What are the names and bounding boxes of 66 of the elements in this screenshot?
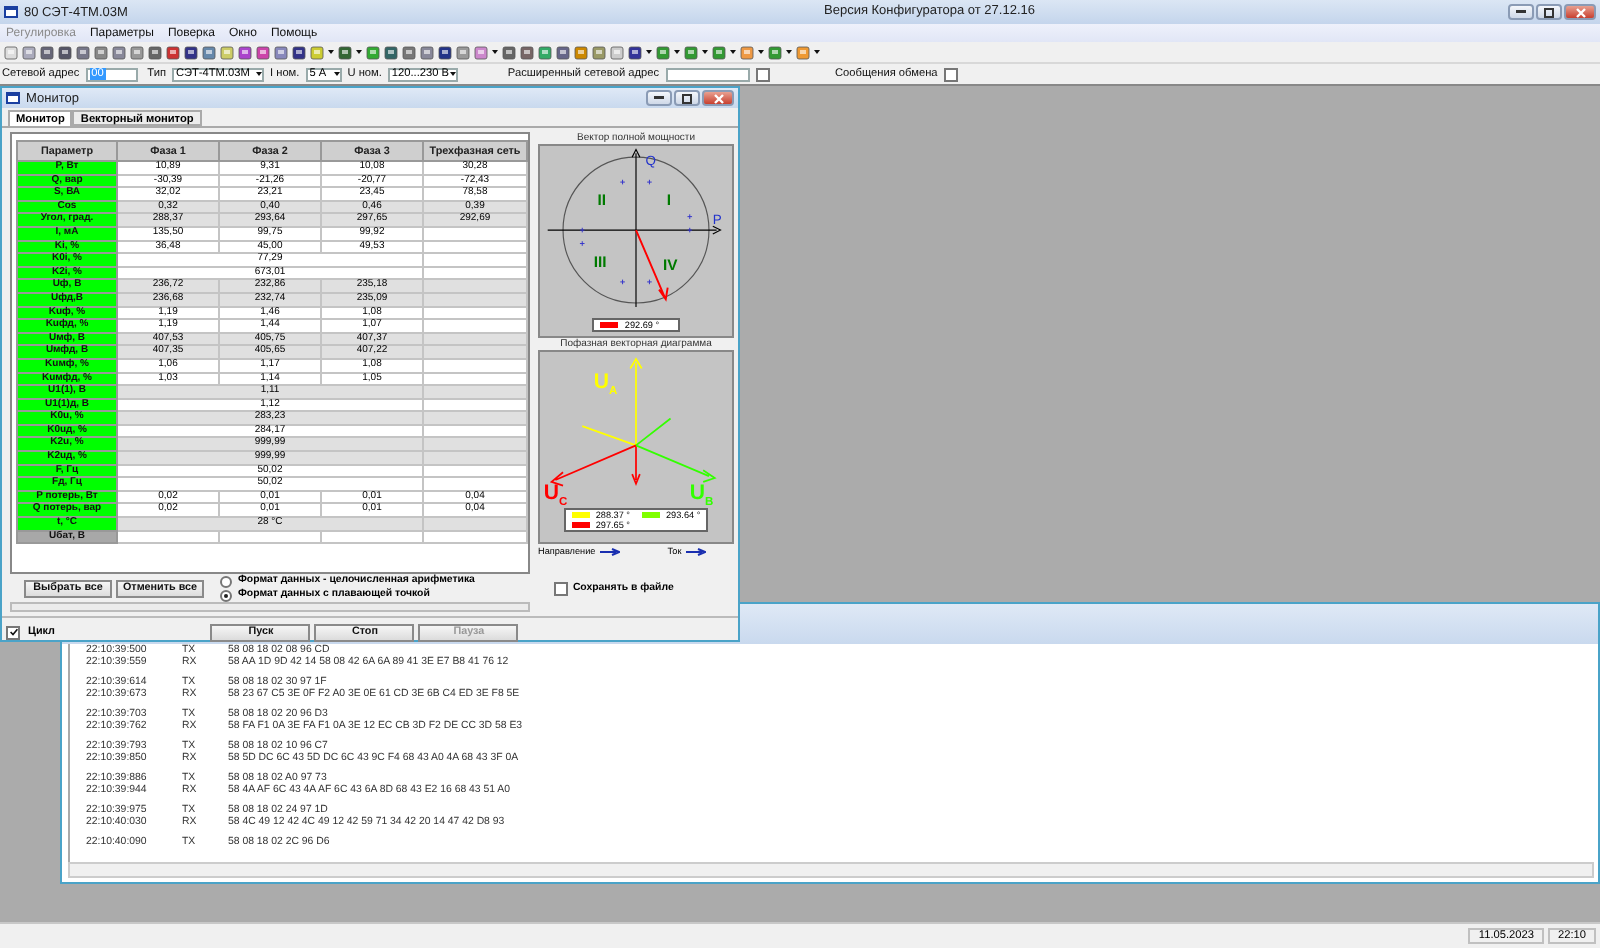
toolbar-icon[interactable] xyxy=(76,45,90,59)
vector-label: U$_{C}$ xyxy=(543,481,568,508)
scrollbar[interactable] xyxy=(68,862,1594,878)
minimize-icon xyxy=(1516,10,1526,14)
dropdown-caret-icon[interactable] xyxy=(333,72,340,76)
toolbar-icon[interactable] xyxy=(238,45,252,59)
vector-label: U$_{B}$ xyxy=(689,481,714,508)
dropdown-caret-icon[interactable] xyxy=(328,50,334,54)
toolbar-icon[interactable] xyxy=(502,45,516,59)
dropdown-caret-icon[interactable] xyxy=(758,50,764,54)
toolbar-icon[interactable] xyxy=(58,45,72,59)
toolbar-icon[interactable] xyxy=(438,45,452,59)
radio-button[interactable] xyxy=(220,575,232,587)
app-icon xyxy=(4,6,18,18)
dropdown-caret-icon[interactable] xyxy=(786,50,792,54)
checkmark-icon xyxy=(9,628,17,636)
toolbar-icon[interactable] xyxy=(112,45,126,59)
dropdown-caret-icon[interactable] xyxy=(449,72,456,76)
toolbar-icon[interactable] xyxy=(338,45,352,59)
checkbox[interactable] xyxy=(6,625,20,639)
close-button[interactable] xyxy=(702,90,734,106)
minimize-button[interactable] xyxy=(1508,4,1534,20)
dropdown-caret-icon[interactable] xyxy=(674,50,680,54)
toolbar-icon[interactable] xyxy=(40,45,54,59)
toolbar-icon[interactable] xyxy=(556,45,570,59)
dropdown-caret-icon[interactable] xyxy=(702,50,708,54)
toolbar-icon[interactable] xyxy=(292,45,306,59)
restore-icon xyxy=(1544,7,1554,17)
toolbar-icon[interactable] xyxy=(402,45,416,59)
toolbar-icon[interactable] xyxy=(628,45,642,59)
minimize-icon xyxy=(654,96,664,100)
dropdown-caret-icon[interactable] xyxy=(256,72,262,76)
restore-button[interactable] xyxy=(1536,4,1562,20)
restore-icon xyxy=(682,93,692,103)
toolbar-icon[interactable] xyxy=(94,45,108,59)
dropdown-caret-icon[interactable] xyxy=(646,50,652,54)
minimize-button[interactable] xyxy=(646,90,672,106)
checkbox[interactable] xyxy=(554,581,569,595)
toolbar-icon[interactable] xyxy=(768,45,782,59)
radio-button[interactable] xyxy=(220,589,232,601)
extended-address-field[interactable] xyxy=(665,67,750,81)
close-button[interactable] xyxy=(1564,4,1596,20)
toolbar-icon[interactable] xyxy=(148,45,162,59)
toolbar-icon[interactable] xyxy=(166,45,180,59)
checkbox[interactable] xyxy=(943,67,958,81)
dropdown-caret-icon[interactable] xyxy=(492,50,498,54)
restore-button[interactable] xyxy=(674,90,700,106)
checkbox[interactable] xyxy=(755,67,770,81)
toolbar-icon[interactable] xyxy=(520,45,534,59)
arrow-icon xyxy=(685,547,706,555)
close-icon xyxy=(713,93,723,103)
toolbar-icon[interactable] xyxy=(420,45,434,59)
toolbar-icon[interactable] xyxy=(202,45,216,59)
vector-label: U$_{A}$ xyxy=(593,369,618,398)
toolbar-icon[interactable] xyxy=(384,45,398,59)
arrow-icon xyxy=(599,547,620,555)
toolbar-icon[interactable] xyxy=(656,45,670,59)
toolbar-icon[interactable] xyxy=(712,45,726,59)
toolbar-icon[interactable] xyxy=(684,45,698,59)
dropdown-caret-icon[interactable] xyxy=(730,50,736,54)
app-icon xyxy=(6,92,20,104)
toolbar-icon[interactable] xyxy=(184,45,198,59)
dropdown-caret-icon[interactable] xyxy=(356,50,362,54)
toolbar-icon[interactable] xyxy=(256,45,270,59)
close-icon xyxy=(1575,7,1585,17)
dropdown-caret-icon[interactable] xyxy=(814,50,820,54)
